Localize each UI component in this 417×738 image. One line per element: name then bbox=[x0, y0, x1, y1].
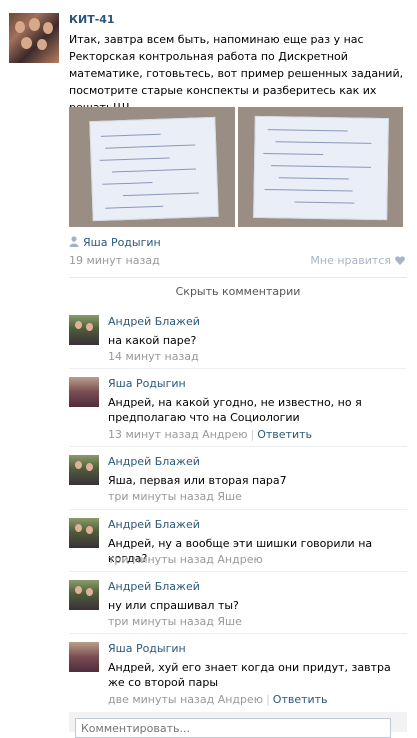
comment-meta: 14 минут назад bbox=[108, 350, 199, 363]
user-icon bbox=[69, 236, 79, 247]
comment: Андрей Блажей на какой паре? 14 минут на… bbox=[69, 309, 407, 365]
comment-text: Яша, первая или вторая пара7 bbox=[108, 474, 287, 487]
like-label: Мне нравится bbox=[310, 254, 391, 267]
comment-text: Андрей, на какой угодно, не известно, но… bbox=[108, 396, 362, 424]
separator: | bbox=[250, 428, 255, 441]
comment-meta: 13 минут назад Андрею | Ответить bbox=[108, 428, 312, 441]
divider bbox=[69, 633, 407, 634]
comment-author[interactable]: Андрей Блажей bbox=[108, 518, 200, 531]
post-author-name[interactable]: Яша Родыгин bbox=[83, 236, 161, 249]
comment: Андрей Блажей Андрей, ну а вообще эти ши… bbox=[69, 512, 407, 568]
comment-text: на какой паре? bbox=[108, 334, 197, 347]
post-author[interactable]: Яша Родыгин bbox=[69, 236, 161, 249]
comment-meta: три минуты назад Андрею bbox=[108, 553, 263, 566]
hide-comments-button[interactable]: Скрыть комментарии bbox=[69, 277, 407, 306]
post-photo-2[interactable] bbox=[238, 107, 403, 227]
like-button[interactable]: Мне нравится bbox=[310, 254, 405, 267]
comment-author[interactable]: Андрей Блажей bbox=[108, 315, 200, 328]
avatar[interactable] bbox=[69, 580, 99, 610]
comment-author[interactable]: Андрей Блажей bbox=[108, 580, 200, 593]
divider bbox=[69, 368, 407, 369]
reply-button[interactable]: Ответить bbox=[257, 428, 312, 441]
comment-text: Андрей, хуй его знает когда они придут, … bbox=[108, 661, 391, 689]
comment-input[interactable] bbox=[75, 718, 391, 738]
divider bbox=[69, 571, 407, 572]
avatar[interactable] bbox=[69, 518, 99, 548]
divider bbox=[69, 446, 407, 447]
comment-time[interactable]: две минуты назад Андрею bbox=[108, 693, 263, 706]
comment: Андрей Блажей ну или спрашивал ты? три м… bbox=[69, 574, 407, 630]
comment-meta: две минуты назад Андрею | Ответить bbox=[108, 693, 328, 706]
avatar[interactable] bbox=[69, 315, 99, 345]
avatar[interactable] bbox=[69, 377, 99, 407]
comment-time[interactable]: 13 минут назад Андрею bbox=[108, 428, 248, 441]
post-title[interactable]: КИТ-41 bbox=[69, 13, 115, 26]
post-photo-1[interactable] bbox=[69, 107, 235, 227]
comment-author[interactable]: Яша Родыгин bbox=[108, 642, 186, 655]
community-avatar[interactable] bbox=[9, 13, 59, 63]
comment: Андрей Блажей Яша, первая или вторая пар… bbox=[69, 449, 407, 505]
avatar[interactable] bbox=[69, 642, 99, 672]
comment: Яша Родыгин Андрей, хуй его знает когда … bbox=[69, 636, 407, 708]
reply-button[interactable]: Ответить bbox=[273, 693, 328, 706]
comment-time[interactable]: 14 минут назад bbox=[108, 350, 199, 363]
comment: Яша Родыгин Андрей, на какой угодно, не … bbox=[69, 371, 407, 443]
comment-time[interactable]: три минуты назад Яше bbox=[108, 490, 242, 503]
post-time[interactable]: 19 минут назад bbox=[69, 254, 160, 267]
divider bbox=[69, 509, 407, 510]
heart-icon bbox=[395, 255, 405, 265]
comment-form bbox=[69, 712, 407, 738]
post-text: Итак, завтра всем быть, напоминаю еще ра… bbox=[69, 33, 404, 114]
comment-time[interactable]: три минуты назад Андрею bbox=[108, 553, 263, 566]
comment-meta: три минуты назад Яше bbox=[108, 615, 242, 628]
comment-text: ну или спрашивал ты? bbox=[108, 599, 239, 612]
comment-author[interactable]: Андрей Блажей bbox=[108, 455, 200, 468]
comment-meta: три минуты назад Яше bbox=[108, 490, 242, 503]
comment-time[interactable]: три минуты назад Яше bbox=[108, 615, 242, 628]
comment-author[interactable]: Яша Родыгин bbox=[108, 377, 186, 390]
separator: | bbox=[266, 693, 270, 706]
avatar[interactable] bbox=[69, 455, 99, 485]
